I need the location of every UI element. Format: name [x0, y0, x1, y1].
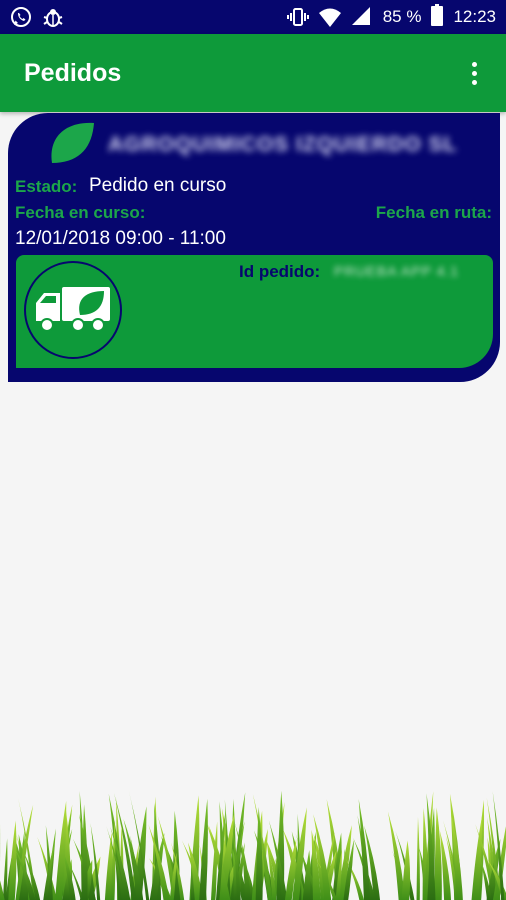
fecha-ruta-label: Fecha en ruta: [375, 203, 492, 222]
battery-icon [431, 3, 444, 31]
fecha-curso-label: Fecha en curso: [15, 203, 146, 222]
vibrate-icon [286, 6, 309, 28]
app-bar: Pedidos [0, 34, 506, 112]
more-vert-icon[interactable] [462, 53, 486, 93]
id-pedido-value: PRUEBA APP 4.1 [334, 263, 460, 279]
wifi-icon [318, 6, 341, 28]
fecha-curso-value: 12/01/2018 09:00 - 11:00 [15, 228, 226, 249]
status-bar: 85 % 12:23 [0, 0, 506, 34]
estado-value: Pedido en curso [89, 175, 227, 196]
order-card[interactable]: AGROQUIMICOS IZQUIERDO SL Estado: Pedido… [8, 113, 500, 382]
id-pedido-label: Id pedido: [239, 262, 321, 281]
whatsapp-icon [10, 6, 32, 28]
leaf-logo-icon [48, 119, 96, 170]
order-detail-panel: Id pedido: PRUEBA APP 4.1 [16, 255, 493, 368]
signal-icon [351, 6, 373, 28]
bug-icon [42, 6, 64, 28]
client-name: AGROQUIMICOS IZQUIERDO SL [108, 133, 458, 156]
battery-percent: 85 % [382, 7, 422, 26]
truck-icon-badge [24, 261, 122, 359]
page-title: Pedidos [24, 58, 122, 87]
clock-time: 12:23 [453, 7, 496, 26]
truck-icon [36, 287, 110, 332]
estado-label: Estado: [15, 177, 78, 196]
grass-decoration [0, 790, 506, 900]
